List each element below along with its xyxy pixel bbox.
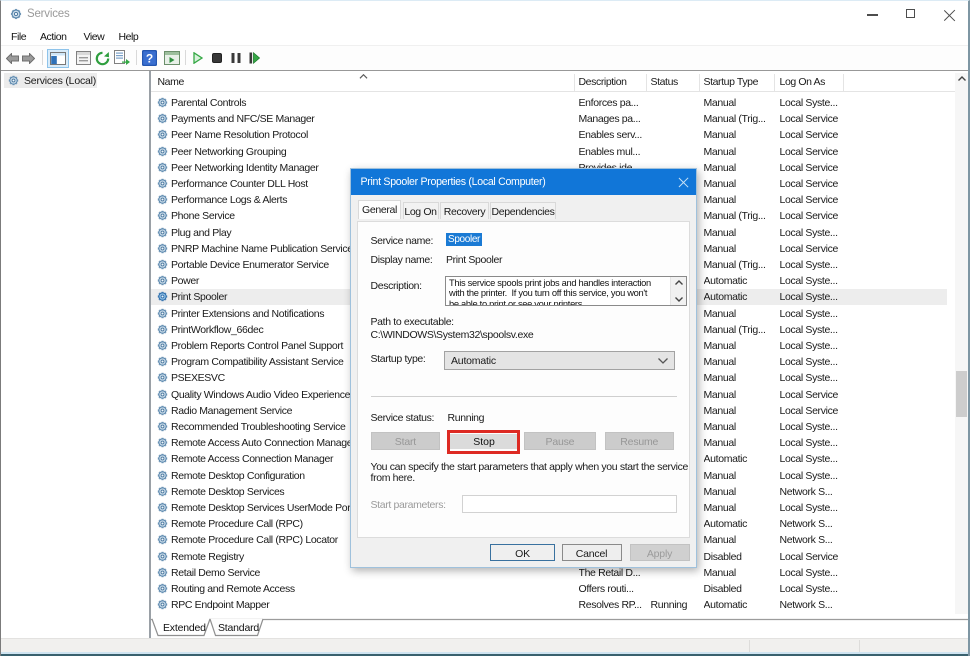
svg-text:Standard: Standard [218, 622, 259, 634]
svg-text:Extended: Extended [163, 622, 206, 634]
svg-text:?: ? [146, 52, 153, 66]
